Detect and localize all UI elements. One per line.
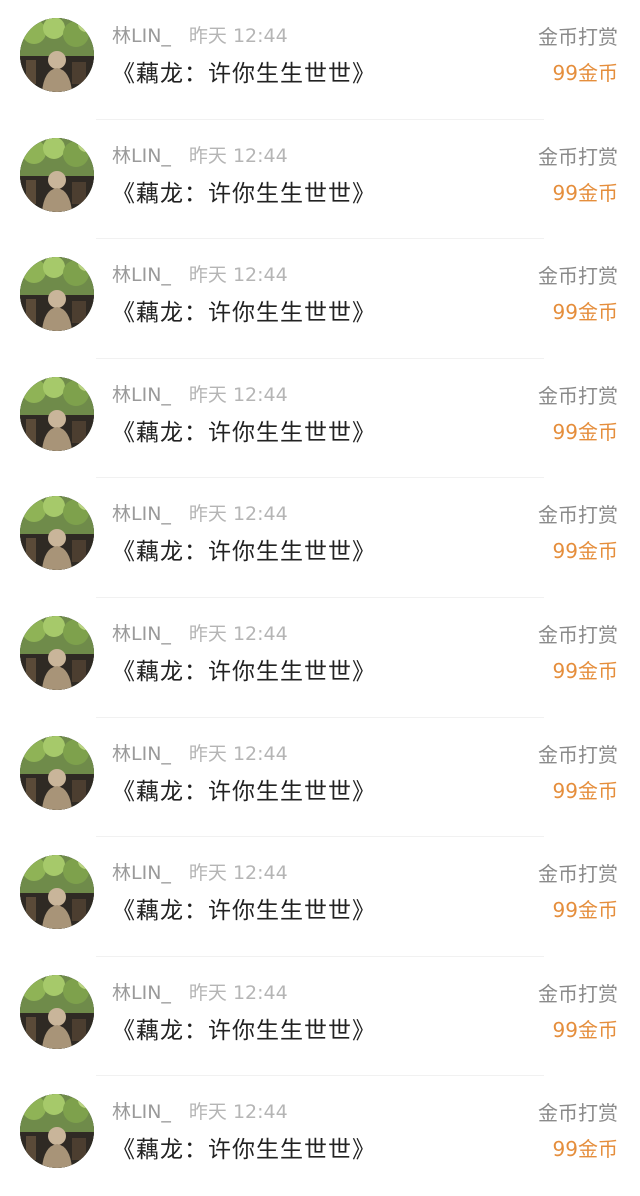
- reward-amount: 99金币: [552, 180, 618, 205]
- reward-type-label: 金币打赏: [538, 25, 618, 49]
- reward-type-label: 金币打赏: [538, 622, 618, 647]
- reward-amount: 99金币: [552, 61, 618, 85]
- reward-type-label: 金币打赏: [538, 383, 618, 408]
- book-title[interactable]: 《藕龙：许你生生世世》: [112, 776, 376, 808]
- record-time: 昨天 12:44: [188, 862, 288, 885]
- reward-record-item[interactable]: 林LIN_ 昨天 12:44 《藕龙：许你生生世世》 金币打赏 99金币: [0, 359, 640, 479]
- reward-type-label: 金币打赏: [538, 1101, 618, 1126]
- record-meta: 林LIN_ 昨天 12:44: [112, 24, 288, 48]
- reward-amount: 99金币: [552, 539, 618, 564]
- record-time: 昨天 12:44: [188, 503, 288, 526]
- book-title[interactable]: 《藕龙：许你生生世世》: [112, 536, 376, 568]
- avatar[interactable]: [20, 137, 94, 212]
- avatar[interactable]: [20, 257, 94, 332]
- avatar[interactable]: [20, 615, 94, 690]
- user-name[interactable]: 林LIN_: [112, 503, 171, 525]
- avatar[interactable]: [20, 1094, 94, 1169]
- book-title[interactable]: 《藕龙：许你生生世世》: [112, 1015, 376, 1047]
- reward-amount: 99金币: [552, 419, 618, 444]
- user-name[interactable]: 林LIN_: [112, 982, 171, 1004]
- reward-record-item[interactable]: 林LIN_ 昨天 12:44 《藕龙：许你生生世世》 金币打赏 99金币: [0, 598, 640, 718]
- avatar[interactable]: [20, 974, 94, 1049]
- record-meta: 林LIN_ 昨天 12:44: [112, 981, 288, 1005]
- reward-type-label: 金币打赏: [538, 981, 618, 1006]
- reward-record-item[interactable]: 林LIN_ 昨天 12:44 《藕龙：许你生生世世》 金币打赏 99金币: [0, 837, 640, 957]
- reward-record-item[interactable]: 林LIN_ 昨天 12:44 《藕龙：许你生生世世》 金币打赏 99金币: [0, 718, 640, 838]
- avatar[interactable]: [20, 855, 94, 930]
- record-time: 昨天 12:44: [188, 144, 288, 167]
- reward-record-item[interactable]: 林LIN_ 昨天 12:44 《藕龙：许你生生世世》 金币打赏 99金币: [0, 120, 640, 240]
- reward-amount: 99金币: [552, 300, 618, 325]
- record-time: 昨天 12:44: [188, 622, 288, 645]
- record-meta: 林LIN_ 昨天 12:44: [112, 861, 288, 885]
- reward-record-list: 林LIN_ 昨天 12:44 《藕龙：许你生生世世》 金币打赏 99金币 林LIN…: [0, 0, 640, 1196]
- reward-record-item[interactable]: 林LIN_ 昨天 12:44 《藕龙：许你生生世世》 金币打赏 99金币: [0, 0, 640, 120]
- book-title[interactable]: 《藕龙：许你生生世世》: [112, 297, 376, 329]
- user-name[interactable]: 林LIN_: [112, 743, 171, 765]
- user-name[interactable]: 林LIN_: [112, 145, 171, 167]
- record-meta: 林LIN_ 昨天 12:44: [112, 1100, 288, 1124]
- reward-amount: 99金币: [552, 658, 618, 683]
- book-title[interactable]: 《藕龙：许你生生世世》: [112, 417, 376, 449]
- record-time: 昨天 12:44: [188, 1101, 288, 1124]
- avatar[interactable]: [20, 18, 94, 92]
- reward-type-label: 金币打赏: [538, 742, 618, 767]
- reward-record-item[interactable]: 林LIN_ 昨天 12:44 《藕龙：许你生生世世》 金币打赏 99金币: [0, 478, 640, 598]
- avatar[interactable]: [20, 496, 94, 571]
- record-time: 昨天 12:44: [188, 981, 288, 1004]
- user-name[interactable]: 林LIN_: [112, 1101, 171, 1123]
- user-name[interactable]: 林LIN_: [112, 384, 171, 406]
- reward-type-label: 金币打赏: [538, 503, 618, 528]
- user-name[interactable]: 林LIN_: [112, 862, 171, 884]
- avatar-photo-icon: [20, 1094, 94, 1169]
- record-meta: 林LIN_ 昨天 12:44: [112, 622, 288, 646]
- book-title[interactable]: 《藕龙：许你生生世世》: [112, 58, 376, 90]
- record-meta: 林LIN_ 昨天 12:44: [112, 383, 288, 407]
- reward-type-label: 金币打赏: [538, 144, 618, 169]
- avatar-photo-icon: [20, 376, 94, 451]
- reward-amount: 99金币: [552, 1137, 618, 1162]
- reward-record-item[interactable]: 林LIN_ 昨天 12:44 《藕龙：许你生生世世》 金币打赏 99金币: [0, 957, 640, 1077]
- record-time: 昨天 12:44: [188, 383, 288, 406]
- avatar-photo-icon: [20, 855, 94, 930]
- record-meta: 林LIN_ 昨天 12:44: [112, 263, 288, 287]
- reward-amount: 99金币: [552, 1017, 618, 1042]
- record-meta: 林LIN_ 昨天 12:44: [112, 502, 288, 526]
- avatar-photo-icon: [20, 496, 94, 571]
- user-name[interactable]: 林LIN_: [112, 264, 171, 286]
- book-title[interactable]: 《藕龙：许你生生世世》: [112, 895, 376, 927]
- reward-record-item[interactable]: 林LIN_ 昨天 12:44 《藕龙：许你生生世世》 金币打赏 99金币: [0, 239, 640, 359]
- avatar-photo-icon: [20, 615, 94, 690]
- avatar-photo-icon: [20, 18, 94, 92]
- record-time: 昨天 12:44: [188, 264, 288, 287]
- record-time: 昨天 12:44: [188, 25, 288, 47]
- avatar-photo-icon: [20, 257, 94, 332]
- record-meta: 林LIN_ 昨天 12:44: [112, 144, 288, 168]
- reward-type-label: 金币打赏: [538, 264, 618, 289]
- avatar-photo-icon: [20, 735, 94, 810]
- avatar[interactable]: [20, 735, 94, 810]
- user-name[interactable]: 林LIN_: [112, 25, 171, 47]
- reward-amount: 99金币: [552, 778, 618, 803]
- book-title[interactable]: 《藕龙：许你生生世世》: [112, 178, 376, 210]
- avatar[interactable]: [20, 376, 94, 451]
- book-title[interactable]: 《藕龙：许你生生世世》: [112, 656, 376, 688]
- book-title[interactable]: 《藕龙：许你生生世世》: [112, 1134, 376, 1166]
- record-meta: 林LIN_ 昨天 12:44: [112, 742, 288, 766]
- user-name[interactable]: 林LIN_: [112, 623, 171, 645]
- reward-type-label: 金币打赏: [538, 862, 618, 887]
- avatar-photo-icon: [20, 137, 94, 212]
- record-time: 昨天 12:44: [188, 742, 288, 765]
- reward-amount: 99金币: [552, 898, 618, 923]
- reward-record-item[interactable]: 林LIN_ 昨天 12:44 《藕龙：许你生生世世》 金币打赏 99金币: [0, 1076, 640, 1196]
- avatar-photo-icon: [20, 974, 94, 1049]
